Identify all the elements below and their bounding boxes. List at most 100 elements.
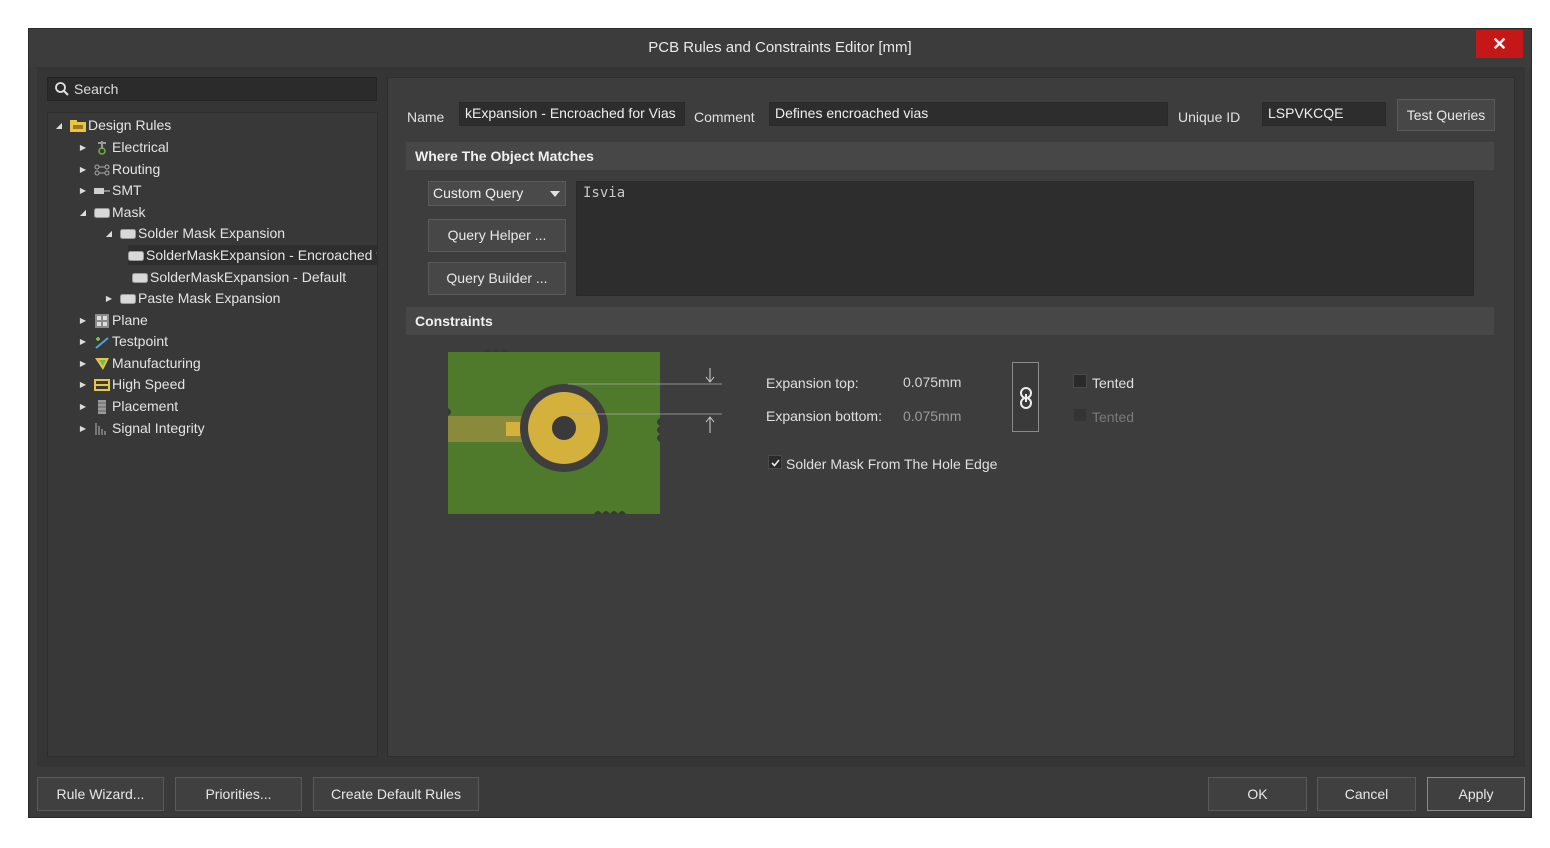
expansion-top-label: Expansion top: — [766, 375, 859, 391]
tree-label: Solder Mask Expansion — [138, 225, 286, 241]
test-queries-button[interactable]: Test Queries — [1397, 99, 1495, 131]
tree-label: Manufacturing — [112, 355, 201, 371]
tree-label: Design Rules — [88, 117, 172, 133]
tree-item-manufacturing[interactable]: ▶ Manufacturing — [78, 353, 201, 373]
comment-label: Comment — [694, 109, 755, 125]
collapsed-arrow-icon[interactable]: ▶ — [78, 165, 88, 174]
mask-icon — [120, 227, 136, 239]
query-helper-button[interactable]: Query Helper ... — [428, 219, 566, 252]
signal-integrity-icon — [94, 422, 110, 435]
left-panel: Search ◢ Design Rules ▶ Electrical ▶ Rou… — [47, 77, 379, 757]
name-field[interactable]: kExpansion - Encroached for Vias — [459, 102, 685, 126]
ok-button[interactable]: OK — [1208, 777, 1307, 811]
constraints-header: Constraints — [406, 307, 1494, 335]
search-input[interactable]: Search — [47, 77, 377, 101]
collapsed-arrow-icon[interactable]: ▶ — [78, 380, 88, 389]
tree-label: Testpoint — [112, 333, 169, 349]
tree-item-plane[interactable]: ▶ Plane — [78, 310, 148, 330]
search-icon — [55, 82, 69, 96]
collapsed-arrow-icon[interactable]: ▶ — [78, 316, 88, 325]
rule-details-panel: Name kExpansion - Encroached for Vias Co… — [387, 77, 1515, 757]
rules-tree: ◢ Design Rules ▶ Electrical ▶ Routing ▶ … — [47, 112, 378, 757]
tree-item-placement[interactable]: ▶ Placement — [78, 396, 178, 416]
placement-icon — [94, 400, 110, 414]
tree-label: Paste Mask Expansion — [138, 290, 281, 306]
dialog-body: Search ◢ Design Rules ▶ Electrical ▶ Rou… — [37, 67, 1525, 767]
tree-item-testpoint[interactable]: ▶ Testpoint — [78, 331, 168, 351]
query-type-dropdown[interactable]: Custom Query — [428, 181, 566, 206]
collapsed-arrow-icon[interactable]: ▶ — [78, 359, 88, 368]
hole-edge-checkbox[interactable] — [768, 455, 782, 469]
title-bar: PCB Rules and Constraints Editor [mm] ✕ — [29, 29, 1531, 67]
tree-label: High Speed — [112, 376, 186, 392]
testpoint-icon — [94, 335, 110, 349]
create-default-rules-button[interactable]: Create Default Rules — [313, 777, 479, 811]
close-button[interactable]: ✕ — [1476, 30, 1523, 58]
tree-label: Electrical — [112, 139, 169, 155]
tree-item-smt[interactable]: ▶ SMT — [78, 180, 142, 200]
cancel-button[interactable]: Cancel — [1317, 777, 1416, 811]
hole-shape — [552, 416, 576, 440]
collapsed-arrow-icon[interactable]: ▶ — [78, 143, 88, 152]
expanded-arrow-icon[interactable]: ◢ — [104, 229, 114, 238]
tree-label: SolderMaskExpansion - Default — [150, 269, 347, 285]
mask-icon — [120, 292, 136, 304]
link-icon — [1020, 387, 1032, 409]
checkmark-icon — [771, 459, 780, 467]
collapsed-arrow-icon[interactable]: ▶ — [104, 294, 114, 303]
query-text-area[interactable]: Isvia — [576, 181, 1474, 296]
tree-label: Signal Integrity — [112, 420, 205, 436]
collapsed-arrow-icon[interactable]: ▶ — [78, 337, 88, 346]
high-speed-icon — [94, 378, 110, 391]
apply-button[interactable]: Apply — [1427, 777, 1525, 811]
tented-bottom-label: Tented — [1092, 409, 1135, 425]
expanded-arrow-icon[interactable]: ◢ — [54, 121, 64, 130]
mask-icon — [128, 249, 144, 261]
tree-item-rule-encroached[interactable]: SolderMaskExpansion - Encroached for Via… — [128, 245, 377, 265]
tree-item-routing[interactable]: ▶ Routing — [78, 159, 160, 179]
priorities-button[interactable]: Priorities... — [175, 777, 302, 811]
routing-icon — [94, 163, 110, 176]
tree-item-design-rules[interactable]: ◢ Design Rules — [54, 115, 171, 135]
tree-label: SolderMaskExpansion - Encroached for Via… — [146, 247, 377, 263]
tree-label: Plane — [112, 312, 148, 328]
tree-item-high-speed[interactable]: ▶ High Speed — [78, 374, 185, 394]
expanded-arrow-icon[interactable]: ◢ — [78, 208, 88, 217]
tree-item-rule-default[interactable]: SolderMaskExpansion - Default — [132, 267, 346, 287]
link-values-button[interactable] — [1012, 362, 1039, 432]
tree-item-signal-integrity[interactable]: ▶ Signal Integrity — [78, 418, 205, 438]
tented-bottom-checkbox[interactable] — [1073, 408, 1087, 422]
expansion-bottom-label: Expansion bottom: — [766, 408, 882, 424]
tree-item-mask[interactable]: ◢ Mask — [78, 202, 146, 222]
collapsed-arrow-icon[interactable]: ▶ — [78, 424, 88, 433]
manufacturing-icon — [94, 357, 110, 370]
expansion-top-value[interactable]: 0.075mm — [903, 374, 961, 390]
where-object-matches-header: Where The Object Matches — [406, 142, 1494, 170]
mask-icon — [132, 271, 148, 283]
query-builder-button[interactable]: Query Builder ... — [428, 262, 566, 295]
expansion-bottom-value[interactable]: 0.075mm — [903, 408, 961, 424]
tented-top-checkbox[interactable] — [1073, 374, 1087, 388]
search-placeholder: Search — [74, 81, 119, 97]
hole-edge-label: Solder Mask From The Hole Edge — [786, 456, 998, 472]
smt-icon — [94, 184, 110, 196]
rule-wizard-button[interactable]: Rule Wizard... — [37, 777, 164, 811]
dropdown-value: Custom Query — [433, 185, 524, 201]
collapsed-arrow-icon[interactable]: ▶ — [78, 402, 88, 411]
tree-label: Routing — [112, 161, 161, 177]
name-label: Name — [407, 109, 445, 125]
unique-id-label: Unique ID — [1178, 109, 1241, 125]
tree-item-electrical[interactable]: ▶ Electrical — [78, 137, 169, 157]
window-title: PCB Rules and Constraints Editor [mm] — [648, 39, 912, 56]
tree-label: Placement — [112, 398, 179, 414]
electrical-icon — [94, 141, 110, 155]
comment-field[interactable]: Defines encroached vias — [769, 102, 1168, 126]
tree-label: SMT — [112, 182, 142, 198]
unique-id-field[interactable]: LSPVKCQE — [1262, 102, 1386, 126]
tree-item-paste-mask-expansion[interactable]: ▶ Paste Mask Expansion — [104, 288, 280, 308]
tented-top-label: Tented — [1092, 375, 1135, 391]
rules-editor-window: PCB Rules and Constraints Editor [mm] ✕ … — [28, 28, 1532, 818]
tree-item-solder-mask-expansion[interactable]: ◢ Solder Mask Expansion — [104, 223, 285, 243]
collapsed-arrow-icon[interactable]: ▶ — [78, 186, 88, 195]
plane-icon — [94, 314, 110, 328]
